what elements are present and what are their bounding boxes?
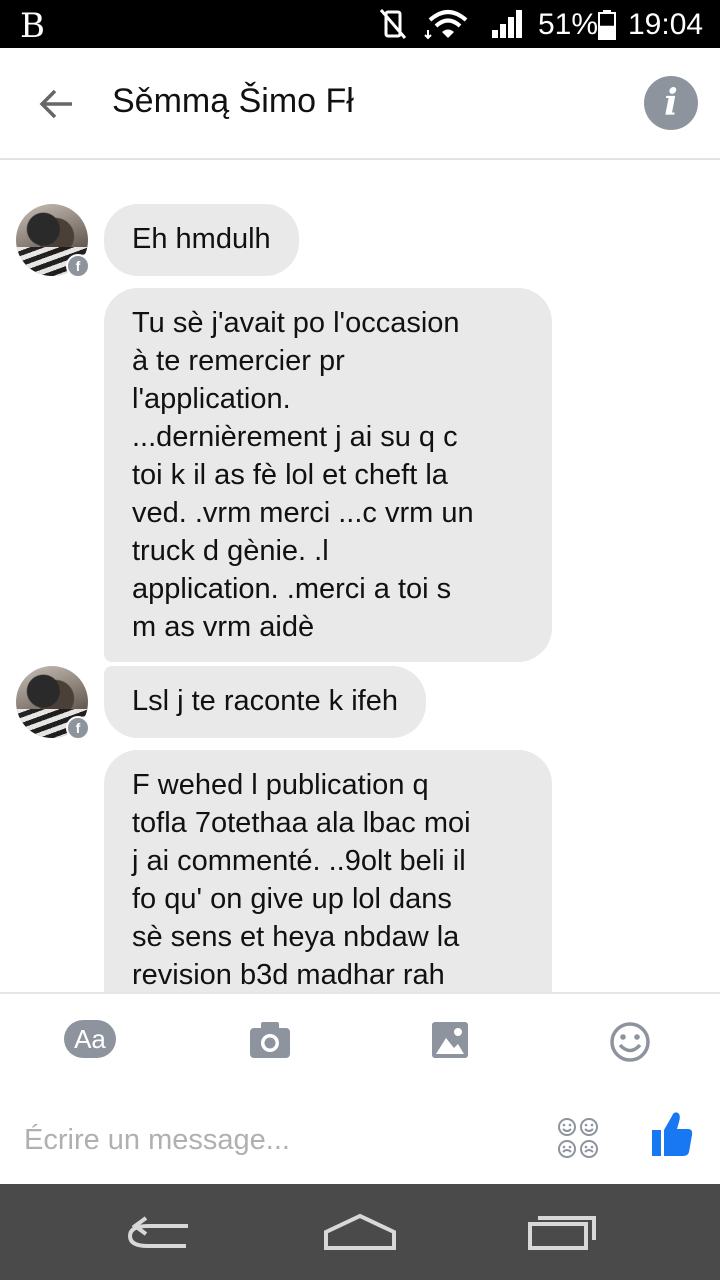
clock: 19:04 xyxy=(628,8,704,41)
stickers-icon[interactable] xyxy=(556,1116,600,1160)
wifi-icon xyxy=(424,10,468,40)
message-list[interactable]: f Eh hmdulh Tu sè j'avait po l'occasion … xyxy=(0,160,720,992)
nav-recents-icon[interactable] xyxy=(526,1212,598,1252)
emoji-icon[interactable] xyxy=(608,1020,652,1064)
battery-icon xyxy=(598,10,616,40)
nav-home-icon[interactable] xyxy=(322,1212,398,1252)
text-format-button[interactable]: Aa xyxy=(64,1020,116,1058)
signal-icon xyxy=(492,10,522,38)
navigation-bar xyxy=(0,1184,720,1280)
info-icon[interactable]: i xyxy=(644,76,698,130)
contact-name[interactable]: Sěmmą Šimo Fł xyxy=(112,82,354,121)
facebook-badge-icon: f xyxy=(66,254,90,278)
battery-percent: 51% xyxy=(538,8,599,41)
message-bubble[interactable]: Eh hmdulh xyxy=(104,204,299,276)
vibrate-off-icon xyxy=(379,9,407,39)
message-input[interactable] xyxy=(24,1114,534,1166)
message-bubble[interactable]: F wehed l publication q tofla 7otethaa a… xyxy=(104,750,552,992)
status-bar: B 51% 19:04 xyxy=(0,0,720,48)
message-bubble[interactable]: Lsl j te raconte k ifeh xyxy=(104,666,426,738)
gallery-icon[interactable] xyxy=(430,1020,470,1060)
like-thumb-icon[interactable] xyxy=(650,1110,694,1160)
back-arrow-icon[interactable] xyxy=(36,84,76,124)
conversation-header: Sěmmą Šimo Fł i xyxy=(0,48,720,160)
nav-back-icon[interactable] xyxy=(124,1212,196,1252)
app-logo-icon: B xyxy=(20,6,45,46)
camera-icon[interactable] xyxy=(248,1020,292,1060)
composer: Aa xyxy=(0,992,720,1186)
facebook-badge-icon: f xyxy=(66,716,90,740)
message-bubble[interactable]: Tu sè j'avait po l'occasion à te remerci… xyxy=(104,288,552,662)
